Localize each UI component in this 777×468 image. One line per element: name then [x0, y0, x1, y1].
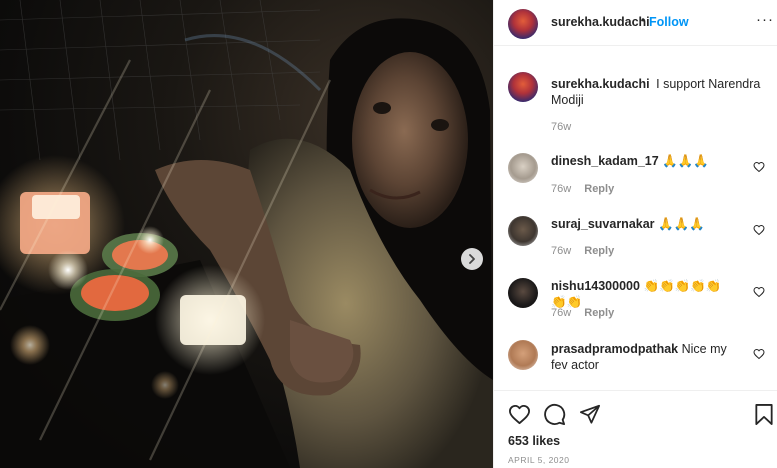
comment-meta: 76w Reply [551, 245, 614, 257]
caption-avatar[interactable] [508, 72, 538, 102]
comment-item: prasadpramodpathak Nice my fev actor [551, 341, 736, 373]
caption-username[interactable]: surekha.kudachi [551, 77, 650, 91]
next-photo-button[interactable] [461, 248, 483, 270]
caption-time[interactable]: 76w [551, 121, 571, 133]
follow-button[interactable]: Follow [649, 15, 689, 29]
commenter-avatar[interactable] [508, 153, 538, 183]
commenter-avatar[interactable] [508, 216, 538, 246]
reply-button[interactable]: Reply [584, 307, 614, 319]
header-separator: • [641, 13, 646, 27]
post-date[interactable]: APRIL 5, 2020 [508, 455, 569, 465]
like-comment-heart-icon[interactable] [753, 286, 765, 298]
comment-username[interactable]: prasadpramodpathak [551, 342, 678, 356]
more-options-icon[interactable]: ··· [756, 12, 774, 27]
likes-count[interactable]: 653 likes [508, 434, 560, 448]
author-avatar[interactable] [508, 9, 538, 39]
commenter-avatar[interactable] [508, 278, 538, 308]
comment-time[interactable]: 76w [551, 183, 571, 195]
post-actions: 653 likes APRIL 5, 2020 [494, 390, 777, 468]
like-comment-heart-icon[interactable] [753, 161, 765, 173]
post-photo[interactable] [0, 0, 493, 468]
heart-icon[interactable] [508, 403, 531, 426]
share-icon[interactable] [579, 403, 601, 425]
post-header: surekha.kudachi • Follow ··· [494, 0, 777, 46]
caption: surekha.kudachi I support Narendra Modij… [551, 76, 761, 108]
comment-username[interactable]: nishu14300000 [551, 279, 640, 293]
instagram-post: surekha.kudachi • Follow ··· surekha.kud… [0, 0, 777, 468]
comment-item: dinesh_kadam_17 🙏🙏🙏 [551, 153, 736, 169]
chevron-right-icon [469, 254, 475, 264]
comment-item: suraj_suvarnakar 🙏🙏🙏 [551, 216, 736, 232]
candle-light-scene [0, 0, 493, 468]
like-comment-heart-icon[interactable] [753, 224, 765, 236]
reply-button[interactable]: Reply [584, 183, 614, 195]
comment-time[interactable]: 76w [551, 245, 571, 257]
like-comment-heart-icon[interactable] [753, 348, 765, 360]
comment-item: nishu14300000 👏👏👏👏👏👏👏 [551, 278, 736, 310]
comment-time[interactable]: 76w [551, 307, 571, 319]
post-side-panel: surekha.kudachi • Follow ··· surekha.kud… [493, 0, 777, 468]
bookmark-icon[interactable] [754, 403, 774, 426]
commenter-avatar[interactable] [508, 340, 538, 370]
comment-username[interactable]: suraj_suvarnakar [551, 217, 655, 231]
comment-meta: 76w Reply [551, 307, 614, 319]
reply-button[interactable]: Reply [584, 245, 614, 257]
caption-meta: 76w [551, 121, 571, 133]
comment-username[interactable]: dinesh_kadam_17 [551, 154, 659, 168]
author-username[interactable]: surekha.kudachi [551, 15, 650, 29]
comment-text: 🙏🙏🙏 [662, 154, 709, 168]
comment-text: 🙏🙏🙏 [658, 217, 705, 231]
comment-icon[interactable] [543, 403, 566, 426]
comment-meta: 76w Reply [551, 183, 614, 195]
